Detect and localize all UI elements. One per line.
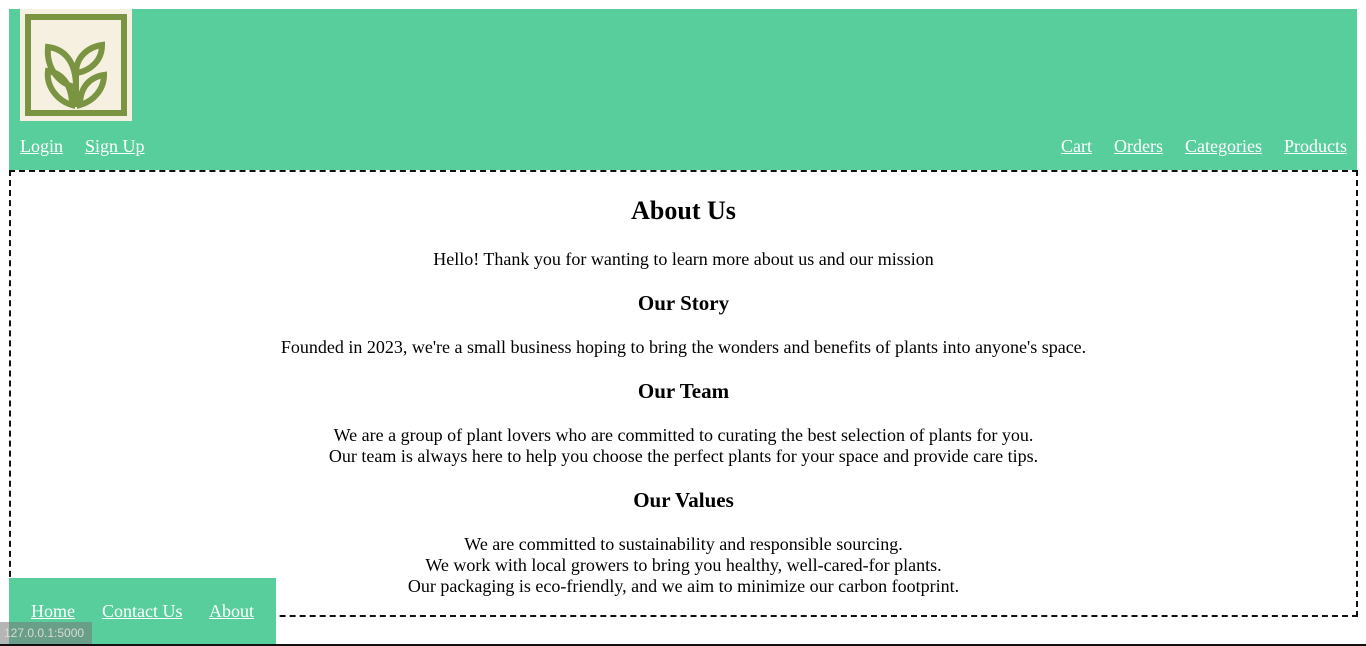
page-title: About Us <box>631 196 736 225</box>
products-link[interactable]: Products <box>1284 136 1347 157</box>
site-header: Login Sign Up Cart Orders Categories Pro… <box>9 9 1357 170</box>
values-line: We are committed to sustainability and r… <box>464 534 903 554</box>
contact-us-link[interactable]: Contact Us <box>102 601 183 622</box>
cart-link[interactable]: Cart <box>1061 136 1092 157</box>
home-link[interactable]: Home <box>31 601 75 622</box>
categories-link[interactable]: Categories <box>1185 136 1262 157</box>
values-line: We work with local growers to bring you … <box>425 555 942 575</box>
sign-up-link[interactable]: Sign Up <box>85 136 145 157</box>
story-line: Founded in 2023, we're a small business … <box>280 337 1087 357</box>
login-link[interactable]: Login <box>20 136 63 157</box>
team-line: We are a group of plant lovers who are c… <box>333 425 1034 445</box>
status-bar-url: 127.0.0.1:5000 <box>0 622 93 644</box>
team-line: Our team is always here to help you choo… <box>328 446 1039 466</box>
logo[interactable] <box>20 9 132 121</box>
team-heading: Our Team <box>637 379 730 403</box>
about-content: About Us Hello! Thank you for wanting to… <box>9 170 1358 617</box>
leaf-sprout-icon <box>25 14 127 116</box>
story-heading: Our Story <box>637 291 730 315</box>
values-heading: Our Values <box>633 488 734 512</box>
intro-text: Hello! Thank you for wanting to learn mo… <box>433 249 934 269</box>
orders-link[interactable]: Orders <box>1114 136 1163 157</box>
about-link[interactable]: About <box>209 601 254 622</box>
